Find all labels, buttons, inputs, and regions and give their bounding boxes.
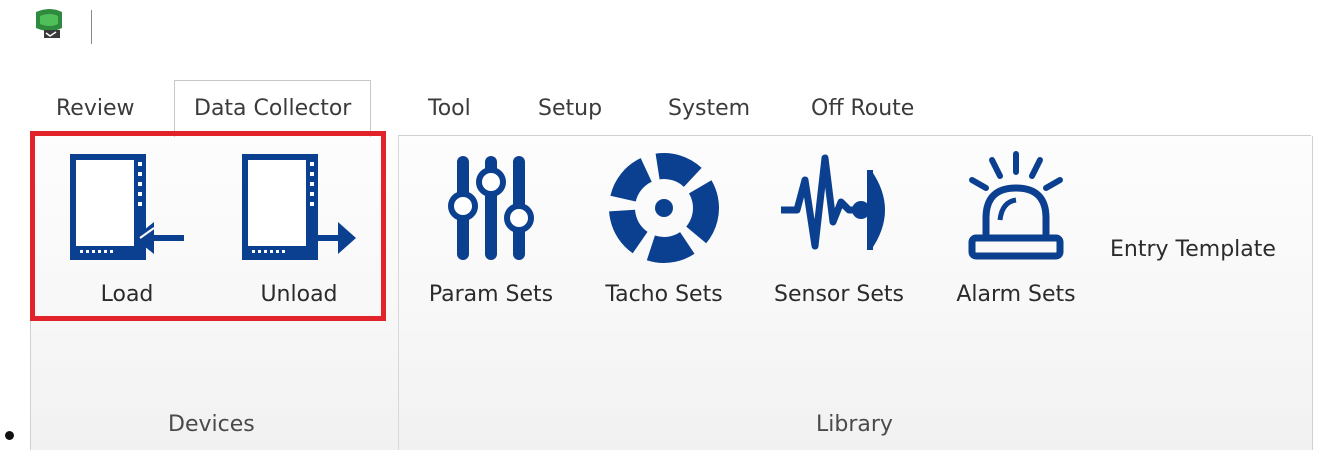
alarm-sets-button[interactable]: Alarm Sets (946, 150, 1086, 307)
unload-button[interactable]: Unload (238, 150, 360, 307)
ribbon-group-separator (398, 136, 399, 450)
tab-tool[interactable]: Tool (428, 80, 471, 136)
tacho-sets-button[interactable]: Tacho Sets (596, 150, 732, 307)
tacho-sets-label: Tacho Sets (605, 282, 723, 307)
tab-review[interactable]: Review (56, 80, 135, 136)
device-load-icon (66, 150, 188, 274)
param-sets-label: Param Sets (428, 282, 554, 307)
alarm-icon (956, 150, 1076, 274)
load-button[interactable]: Load (66, 150, 188, 307)
param-sets-button[interactable]: Param Sets (418, 150, 564, 307)
list-bullet (5, 431, 14, 440)
sensor-icon (779, 150, 899, 274)
sensor-sets-button[interactable]: Sensor Sets (766, 150, 912, 307)
tab-off-route[interactable]: Off Route (811, 80, 914, 136)
device-unload-icon (238, 150, 360, 274)
app-logo-icon[interactable] (30, 6, 70, 42)
alarm-sets-label: Alarm Sets (956, 282, 1076, 307)
load-label: Load (100, 282, 154, 307)
quick-access-separator (91, 10, 92, 44)
tacho-icon (604, 150, 724, 274)
group-label-library: Library (816, 412, 893, 437)
ribbon-tabs: Review Data Collector Tool Setup System … (0, 80, 1319, 137)
entry-template-button[interactable]: Entry Template (1110, 237, 1276, 262)
tab-setup[interactable]: Setup (538, 80, 602, 136)
tab-system[interactable]: System (668, 80, 750, 136)
group-label-devices: Devices (168, 412, 255, 437)
sliders-icon (431, 150, 551, 274)
unload-label: Unload (260, 282, 338, 307)
sensor-sets-label: Sensor Sets (774, 282, 904, 307)
tab-data-collector[interactable]: Data Collector (174, 80, 372, 137)
